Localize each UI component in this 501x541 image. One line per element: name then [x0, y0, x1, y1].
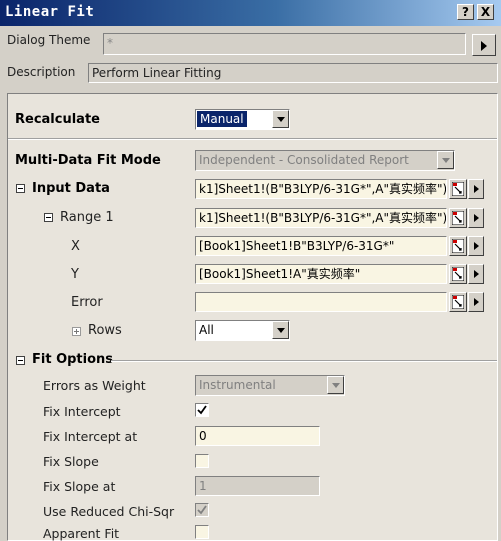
- error-menu-button[interactable]: [468, 292, 484, 312]
- multi-fit-mode-value: Independent - Consolidated Report: [199, 153, 409, 167]
- fix-intercept-at-field[interactable]: 0: [195, 426, 320, 446]
- range-field[interactable]: k1]Sheet1!(B"B3LYP/6-31G*",A"真实频率"): [195, 208, 447, 228]
- settings-panel: Recalculate Manual Multi-Data Fit Mode I…: [7, 93, 498, 541]
- errors-as-weight-dropdown[interactable]: Instrumental: [195, 375, 345, 396]
- fix-slope-at-label: Fix Slope at: [43, 479, 116, 494]
- dialog-theme-combo[interactable]: *: [103, 33, 466, 55]
- check-icon: [197, 405, 207, 415]
- select-range-icon[interactable]: [449, 208, 467, 228]
- select-range-icon[interactable]: [449, 236, 467, 256]
- divider: [8, 138, 497, 140]
- title-bar[interactable]: Linear Fit ? X: [0, 0, 501, 26]
- rows-dropdown[interactable]: All: [195, 320, 290, 341]
- range-menu-button[interactable]: [468, 208, 484, 228]
- check-icon: [197, 505, 207, 515]
- theme-menu-button[interactable]: [472, 34, 496, 56]
- fix-slope-checkbox[interactable]: [195, 454, 209, 468]
- error-label: Error: [71, 295, 103, 310]
- multi-fit-mode-label: Multi-Data Fit Mode: [15, 153, 161, 168]
- chevron-down-icon: [327, 376, 344, 394]
- error-field[interactable]: [195, 292, 447, 312]
- fix-intercept-label: Fix Intercept: [43, 404, 121, 419]
- chevron-down-icon[interactable]: [272, 321, 289, 339]
- select-range-icon[interactable]: [449, 179, 467, 199]
- window-title: Linear Fit: [5, 4, 95, 20]
- apparent-fit-label: Apparent Fit: [43, 526, 120, 541]
- use-reduced-chi-sqr-label: Use Reduced Chi-Sqr: [43, 504, 175, 519]
- recalculate-value: Manual: [197, 111, 247, 127]
- apparent-fit-checkbox[interactable]: [195, 525, 209, 539]
- help-button[interactable]: ?: [457, 4, 474, 20]
- chevron-down-icon[interactable]: [272, 110, 289, 128]
- y-menu-button[interactable]: [468, 264, 484, 284]
- rows-value: All: [199, 323, 214, 337]
- x-label: X: [71, 239, 80, 254]
- y-label: Y: [71, 267, 79, 282]
- range-label: Range 1: [60, 210, 114, 225]
- description-label: Description: [7, 65, 76, 79]
- expand-icon[interactable]: [72, 327, 81, 336]
- fix-intercept-checkbox[interactable]: [195, 403, 209, 417]
- y-field[interactable]: [Book1]Sheet1!A"真实频率": [195, 264, 447, 284]
- errors-as-weight-value: Instrumental: [199, 378, 276, 392]
- fix-intercept-at-label: Fix Intercept at: [43, 429, 138, 444]
- dialog-theme-label: Dialog Theme: [7, 33, 91, 47]
- description-field: Perform Linear Fitting: [88, 63, 498, 83]
- errors-as-weight-label: Errors as Weight: [43, 378, 146, 393]
- collapse-icon[interactable]: [16, 184, 25, 193]
- close-button[interactable]: X: [477, 4, 494, 20]
- rows-label: Rows: [88, 323, 122, 338]
- collapse-icon[interactable]: [16, 356, 25, 365]
- select-range-icon[interactable]: [449, 292, 467, 312]
- chevron-down-icon: [437, 151, 454, 169]
- select-range-icon[interactable]: [449, 264, 467, 284]
- input-data-field[interactable]: k1]Sheet1!(B"B3LYP/6-31G*",A"真实频率"): [195, 179, 447, 199]
- fit-options-label: Fit Options: [32, 352, 114, 367]
- recalculate-dropdown[interactable]: Manual: [195, 109, 290, 130]
- multi-fit-mode-dropdown[interactable]: Independent - Consolidated Report: [195, 150, 455, 171]
- x-menu-button[interactable]: [468, 236, 484, 256]
- fix-slope-at-field[interactable]: 1: [195, 476, 320, 496]
- fix-slope-label: Fix Slope: [43, 454, 99, 469]
- collapse-icon[interactable]: [44, 213, 53, 222]
- input-data-menu-button[interactable]: [468, 179, 484, 199]
- use-reduced-chi-sqr-checkbox[interactable]: [195, 503, 209, 517]
- divider: [111, 360, 497, 362]
- recalculate-label: Recalculate: [15, 112, 100, 127]
- input-data-label: Input Data: [32, 181, 110, 196]
- x-field[interactable]: [Book1]Sheet1!B"B3LYP/6-31G*": [195, 236, 447, 256]
- play-arrow-icon: [481, 41, 487, 51]
